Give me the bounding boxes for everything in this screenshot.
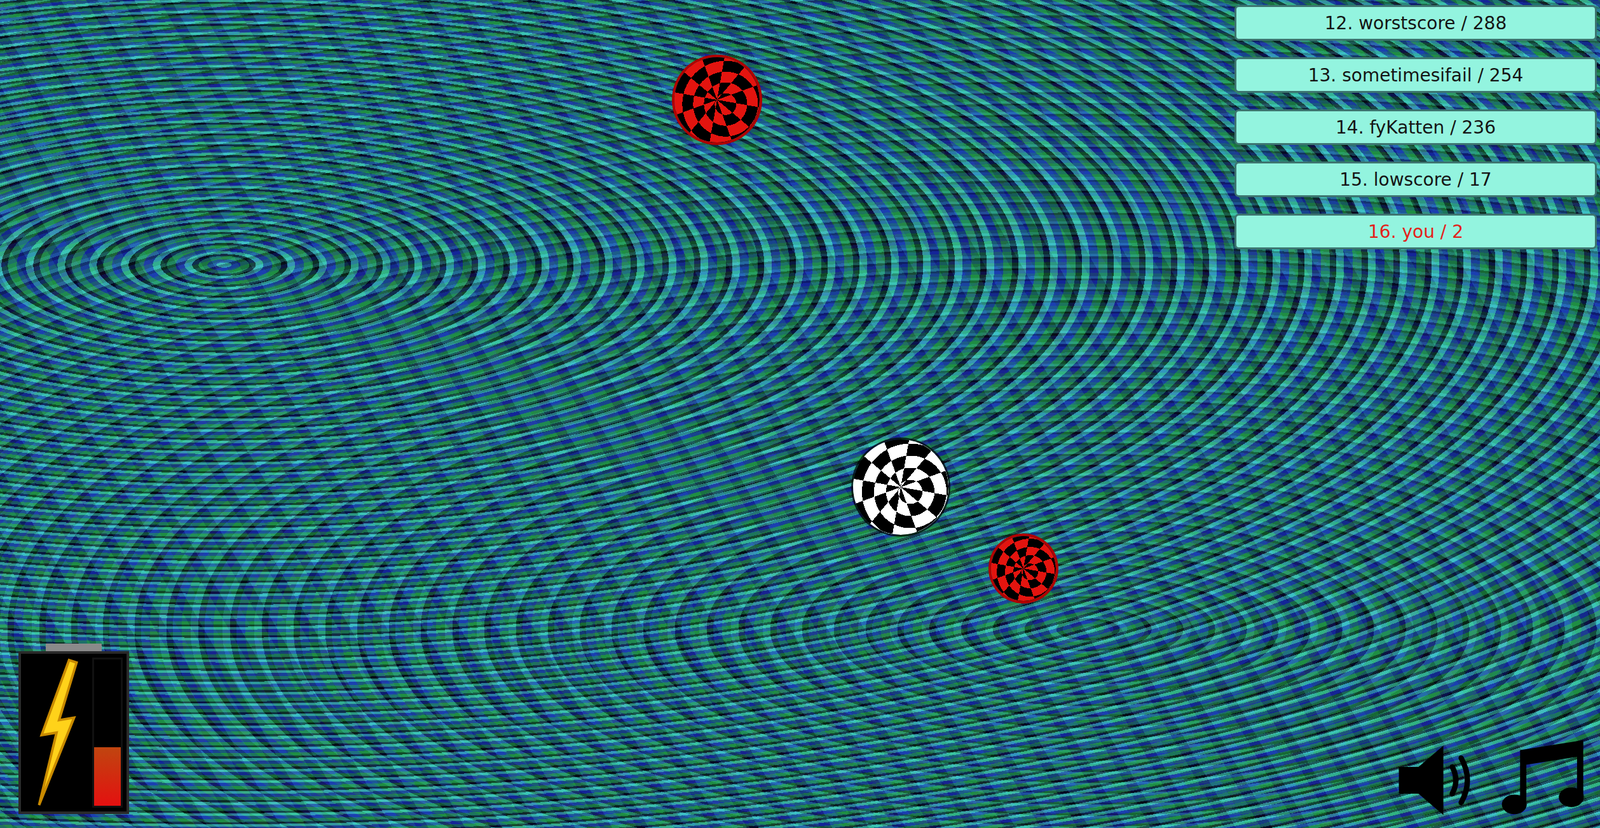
- leaderboard-row: 14. fyKatten / 236: [1234, 109, 1597, 145]
- leaderboard-row: 13. sometimesifail / 254: [1234, 57, 1597, 93]
- music-icon[interactable]: [1498, 739, 1588, 821]
- enemy-ball: [991, 535, 1056, 601]
- energy-fill: [94, 746, 121, 806]
- leaderboard-row: 12. worstscore / 288: [1234, 5, 1597, 41]
- audio-controls: [1395, 739, 1588, 821]
- energy-meter: [92, 657, 123, 808]
- battery-cap: [45, 643, 102, 651]
- game-canvas[interactable]: 12. worstscore / 288 13. sometimesifail /…: [0, 0, 1600, 828]
- leaderboard: 12. worstscore / 288 13. sometimesifail /…: [1234, 5, 1597, 250]
- enemy-ball: [674, 57, 760, 143]
- leaderboard-row: 15. lowscore / 17: [1234, 161, 1597, 198]
- energy-battery: [18, 643, 130, 814]
- speaker-icon[interactable]: [1395, 739, 1485, 821]
- leaderboard-row: 16. you / 2: [1234, 213, 1597, 250]
- battery-body: [18, 650, 130, 814]
- player-ball: [853, 439, 949, 535]
- lightning-icon: [24, 657, 89, 808]
